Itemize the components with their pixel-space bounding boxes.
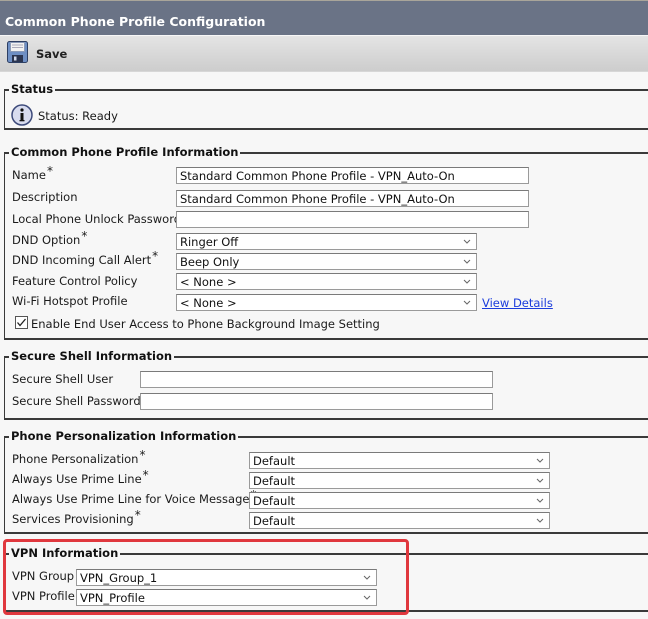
status-legend: Status xyxy=(9,82,56,96)
prime-line-vm-label: Always Use Prime Line for Voice Message* xyxy=(12,488,256,506)
prime-line-value: Default xyxy=(253,474,296,488)
chevron-down-icon xyxy=(363,575,371,580)
chevron-down-icon xyxy=(463,259,471,264)
ssh-user-label: Secure Shell User xyxy=(12,372,114,386)
chevron-down-icon xyxy=(363,595,371,600)
chevron-down-icon xyxy=(463,279,471,284)
chevron-down-icon xyxy=(536,518,544,523)
vpn-group-label: VPN Group xyxy=(12,569,75,583)
vpn-profile-label: VPN Profile xyxy=(12,589,75,603)
save-label: Save xyxy=(36,47,68,61)
chevron-down-icon xyxy=(463,300,471,305)
dnd-option-value: Ringer Off xyxy=(180,235,239,249)
prime-line-vm-value: Default xyxy=(253,494,296,508)
dnd-alert-label: DND Incoming Call Alert* xyxy=(12,249,159,267)
wifi-hotspot-value: < None > xyxy=(180,296,237,310)
name-label: Name* xyxy=(12,164,53,182)
status-text: Status: Ready xyxy=(38,109,118,123)
secure-shell-legend: Secure Shell Information xyxy=(9,349,175,363)
prime-line-vm-select[interactable]: Default xyxy=(249,492,550,509)
floppy-disk-icon xyxy=(7,41,28,63)
description-input[interactable]: Standard Common Phone Profile - VPN_Auto… xyxy=(176,190,529,207)
ssh-password-label: Secure Shell Password xyxy=(12,394,141,408)
vpn-profile-value: VPN_Profile xyxy=(80,591,145,605)
unlock-password-label: Local Phone Unlock Password xyxy=(12,212,182,226)
phone-personalization-select[interactable]: Default xyxy=(249,452,550,469)
services-provisioning-value: Default xyxy=(253,514,296,528)
common-profile-legend: Common Phone Profile Information xyxy=(9,145,241,159)
chevron-down-icon xyxy=(463,239,471,244)
chevron-down-icon xyxy=(536,478,544,483)
description-label: Description xyxy=(12,190,78,204)
personalization-legend: Phone Personalization Information xyxy=(9,429,239,443)
prime-line-label: Always Use Prime Line* xyxy=(12,468,149,486)
status-section: Status Status: Ready xyxy=(4,82,648,130)
page-title: Common Phone Profile Configuration xyxy=(5,14,266,29)
prime-line-select[interactable]: Default xyxy=(249,472,550,489)
dnd-alert-value: Beep Only xyxy=(180,255,240,269)
dnd-option-select[interactable]: Ringer Off xyxy=(176,233,477,250)
toolbar: Save xyxy=(0,36,648,72)
vpn-group-select[interactable]: VPN_Group_1 xyxy=(76,569,377,586)
background-image-label: Enable End User Access to Phone Backgrou… xyxy=(31,317,380,331)
name-input[interactable]: Standard Common Phone Profile - VPN_Auto… xyxy=(176,167,529,184)
vpn-profile-select[interactable]: VPN_Profile xyxy=(76,589,377,606)
common-profile-section: Common Phone Profile Information Name* S… xyxy=(4,145,648,340)
services-provisioning-select[interactable]: Default xyxy=(249,512,550,529)
services-provisioning-label: Services Provisioning* xyxy=(12,508,141,526)
wifi-hotspot-label: Wi-Fi Hotspot Profile xyxy=(12,294,128,308)
vpn-legend: VPN Information xyxy=(9,546,121,560)
chevron-down-icon xyxy=(536,498,544,503)
page-header: Common Phone Profile Configuration xyxy=(0,0,648,35)
chevron-down-icon xyxy=(536,458,544,463)
view-details-link[interactable]: View Details xyxy=(482,296,553,310)
info-icon xyxy=(11,104,33,126)
feature-control-select[interactable]: < None > xyxy=(176,273,477,290)
wifi-hotspot-select[interactable]: < None > xyxy=(176,294,477,311)
dnd-alert-select[interactable]: Beep Only xyxy=(176,253,477,270)
dnd-option-label: DND Option* xyxy=(12,229,88,247)
phone-personalization-label: Phone Personalization* xyxy=(12,448,146,466)
ssh-password-input[interactable] xyxy=(140,393,493,410)
feature-control-value: < None > xyxy=(180,275,237,289)
ssh-user-input[interactable] xyxy=(140,371,493,388)
feature-control-label: Feature Control Policy xyxy=(12,274,138,288)
secure-shell-section: Secure Shell Information Secure Shell Us… xyxy=(4,349,648,420)
personalization-section: Phone Personalization Information Phone … xyxy=(4,429,648,534)
phone-personalization-value: Default xyxy=(253,454,296,468)
vpn-group-value: VPN_Group_1 xyxy=(80,571,158,585)
background-image-checkbox[interactable] xyxy=(15,316,28,329)
vpn-section: VPN Information VPN Group VPN_Group_1 VP… xyxy=(4,546,648,612)
unlock-password-input[interactable] xyxy=(176,211,529,228)
